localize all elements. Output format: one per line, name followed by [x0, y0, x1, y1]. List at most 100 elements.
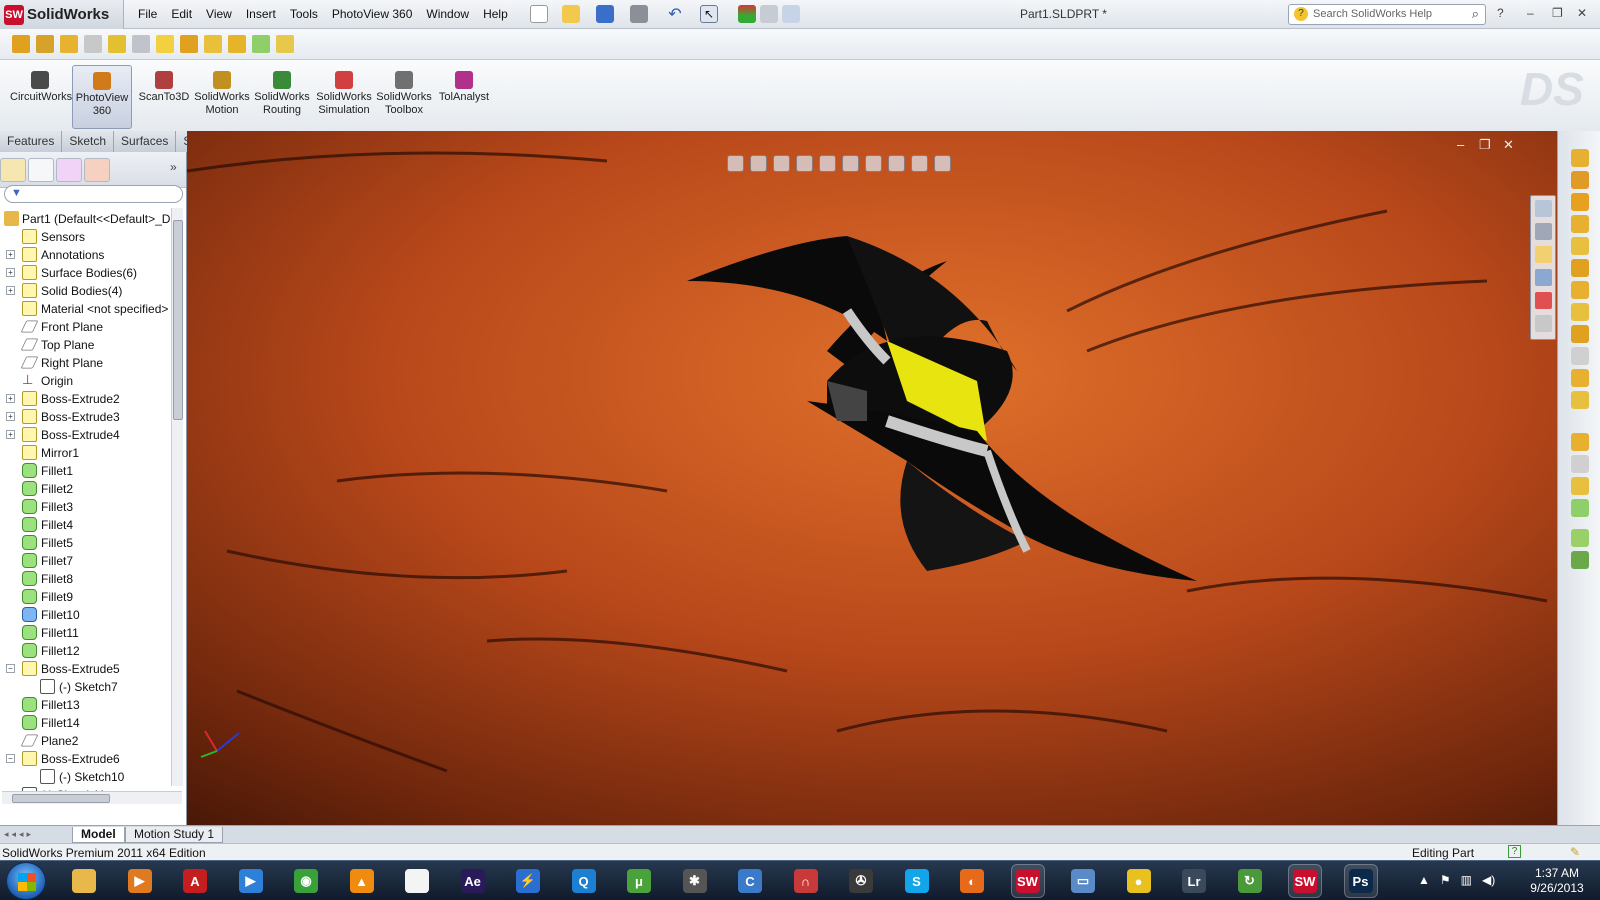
- task-tool-icon[interactable]: [1571, 455, 1589, 473]
- tree-item[interactable]: Fillet13: [0, 696, 179, 714]
- menu-window[interactable]: Window: [426, 7, 469, 21]
- lightroom-taskbar-button[interactable]: Lr: [1178, 865, 1210, 897]
- menu-file[interactable]: File: [138, 7, 157, 21]
- tree-item[interactable]: Right Plane: [0, 354, 179, 372]
- task-tool-icon[interactable]: [1571, 303, 1589, 321]
- task-tool-icon[interactable]: [1571, 391, 1589, 409]
- reference-geometry-icon[interactable]: [276, 35, 294, 53]
- tray-expand-icon[interactable]: ▲: [1418, 873, 1430, 887]
- display-style-icon[interactable]: [842, 155, 859, 172]
- tree-item[interactable]: − Boss-Extrude6: [0, 750, 179, 768]
- scroll-thumb[interactable]: [173, 220, 183, 420]
- cmd-solidworks-routing[interactable]: SolidWorks Routing: [252, 65, 312, 129]
- options-icon[interactable]: [782, 5, 800, 23]
- solidworks-active-taskbar-button[interactable]: SW: [1288, 864, 1322, 898]
- menu-help[interactable]: Help: [483, 7, 508, 21]
- close-button[interactable]: ✕: [1577, 6, 1587, 20]
- photoshop-taskbar-button[interactable]: Ps: [1343, 864, 1378, 898]
- zoom-to-fit-icon[interactable]: [727, 155, 744, 172]
- quick-tips-icon[interactable]: ?: [1508, 845, 1521, 858]
- mirror-tool-icon[interactable]: [252, 35, 270, 53]
- task-tool-icon[interactable]: [1571, 433, 1589, 451]
- zoom-to-area-icon[interactable]: [750, 155, 767, 172]
- notepad-taskbar-button[interactable]: [401, 865, 433, 897]
- task-tool-icon[interactable]: [1571, 325, 1589, 343]
- scroll-thumb[interactable]: [12, 794, 110, 803]
- tree-item[interactable]: Fillet7: [0, 552, 179, 570]
- minimize-button[interactable]: –: [1527, 6, 1534, 20]
- viewport-close-icon[interactable]: ✕: [1503, 137, 1514, 153]
- file-properties-icon[interactable]: [760, 5, 778, 23]
- task-tool-icon[interactable]: [1571, 369, 1589, 387]
- open-folder-icon[interactable]: [562, 5, 580, 23]
- graphics-area[interactable]: – ❐ ✕: [187, 131, 1557, 825]
- tree-item[interactable]: Fillet14: [0, 714, 179, 732]
- apply-scene-icon[interactable]: [911, 155, 928, 172]
- volume-icon[interactable]: ◀): [1482, 873, 1495, 887]
- cmd-scanto3d[interactable]: ScanTo3D: [134, 65, 194, 129]
- task-tool-icon[interactable]: [1571, 281, 1589, 299]
- search-icon[interactable]: ⌕: [1472, 6, 1479, 22]
- after-effects-taskbar-button[interactable]: Ae: [457, 865, 489, 897]
- action-center-icon[interactable]: ⚑: [1440, 873, 1451, 887]
- section-view-icon[interactable]: [796, 155, 813, 172]
- configuration-manager-tab-icon[interactable]: [56, 158, 82, 182]
- tree-horizontal-scrollbar[interactable]: [2, 791, 182, 804]
- expand-icon[interactable]: +: [6, 250, 15, 259]
- task-tool-icon[interactable]: [1571, 551, 1589, 569]
- hide-show-items-icon[interactable]: [865, 155, 882, 172]
- task-tool-icon[interactable]: [1571, 215, 1589, 233]
- expand-panel-icon[interactable]: »: [170, 160, 177, 174]
- disc-taskbar-button[interactable]: ●: [1123, 865, 1155, 897]
- expand-icon[interactable]: +: [6, 268, 15, 277]
- tree-item[interactable]: + Solid Bodies(4): [0, 282, 179, 300]
- solidworks-logo[interactable]: SW SolidWorks: [0, 0, 124, 29]
- solidworks-resources-icon[interactable]: [1535, 200, 1552, 217]
- cmd-tolanalyst[interactable]: TolAnalyst: [434, 65, 494, 129]
- firefox-taskbar-button[interactable]: ◐: [956, 865, 988, 897]
- fillet-tool-icon[interactable]: [156, 35, 174, 53]
- rebuild-icon[interactable]: [738, 5, 756, 23]
- view-orientation-icon[interactable]: [819, 155, 836, 172]
- tab-model[interactable]: Model: [72, 827, 125, 843]
- previous-view-icon[interactable]: [773, 155, 790, 172]
- task-tool-icon[interactable]: [1571, 499, 1589, 517]
- expand-icon[interactable]: +: [6, 430, 15, 439]
- file-explorer-icon[interactable]: [1535, 246, 1552, 263]
- cmd-solidworks-simulation[interactable]: SolidWorks Simulation: [314, 65, 374, 129]
- cmd-solidworks-motion[interactable]: SolidWorks Motion: [192, 65, 252, 129]
- tree-item[interactable]: Front Plane: [0, 318, 179, 336]
- task-tool-icon[interactable]: [1571, 171, 1589, 189]
- utorrent-taskbar-button[interactable]: μ: [623, 865, 655, 897]
- media-player-taskbar-button[interactable]: ▶: [235, 865, 267, 897]
- tree-item[interactable]: Sensors: [0, 228, 179, 246]
- tree-vertical-scrollbar[interactable]: [171, 208, 183, 786]
- property-manager-tab-icon[interactable]: [28, 158, 54, 182]
- tree-item[interactable]: + Surface Bodies(6): [0, 264, 179, 282]
- tree-item[interactable]: Fillet3: [0, 498, 179, 516]
- task-tool-icon[interactable]: [1571, 149, 1589, 167]
- tab-features[interactable]: Features: [0, 131, 63, 152]
- tab-surfaces[interactable]: Surfaces: [114, 131, 177, 152]
- expand-icon[interactable]: +: [6, 412, 15, 421]
- task-tool-icon[interactable]: [1571, 347, 1589, 365]
- ccleaner-taskbar-button[interactable]: C: [734, 865, 766, 897]
- restore-button[interactable]: ❐: [1552, 6, 1563, 20]
- menu-view[interactable]: View: [206, 7, 232, 21]
- feature-tree-tab-icon[interactable]: [0, 158, 26, 182]
- filter-input[interactable]: ▼: [4, 185, 183, 203]
- smart-dimension-icon[interactable]: [12, 35, 30, 53]
- tree-item[interactable]: Fillet11: [0, 624, 179, 642]
- explorer-taskbar-button[interactable]: [68, 865, 100, 897]
- tree-item[interactable]: Fillet2: [0, 480, 179, 498]
- tree-item[interactable]: Fillet9: [0, 588, 179, 606]
- display-manager-tab-icon[interactable]: [84, 158, 110, 182]
- magnet-taskbar-button[interactable]: ∩: [790, 865, 822, 897]
- vlc-taskbar-button[interactable]: ▲: [346, 865, 378, 897]
- sketch-icon[interactable]: [36, 35, 54, 53]
- quicktime-taskbar-button[interactable]: Q: [568, 865, 600, 897]
- print-icon[interactable]: [630, 5, 648, 23]
- extrude-icon[interactable]: [60, 35, 78, 53]
- sweep-icon[interactable]: [108, 35, 126, 53]
- tree-item[interactable]: (-) Sketch10: [0, 768, 179, 786]
